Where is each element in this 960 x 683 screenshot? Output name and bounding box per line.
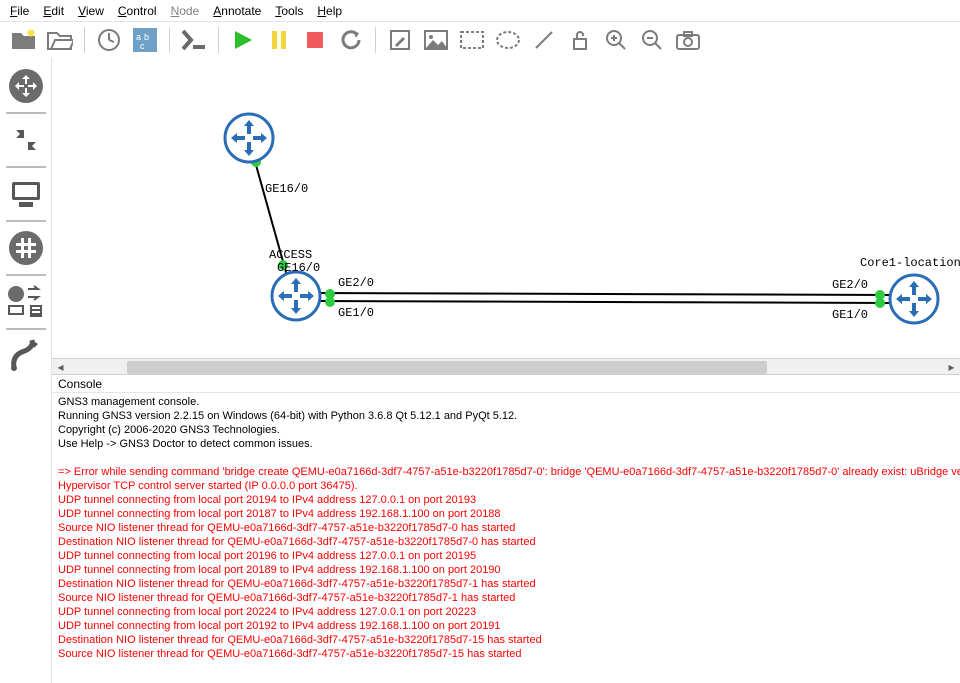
add-note-button[interactable] — [382, 24, 418, 56]
snapshot-button[interactable] — [91, 24, 127, 56]
menu-tools[interactable]: Tools — [269, 2, 309, 20]
iface-label: GE1/0 — [338, 306, 374, 320]
console-error-line: Source NIO listener thread for QEMU-e0a7… — [58, 591, 954, 605]
device-toolbar — [0, 58, 52, 683]
console-error-line: UDP tunnel connecting from local port 20… — [58, 507, 954, 521]
console-error-line: UDP tunnel connecting from local port 20… — [58, 493, 954, 507]
console-line: Copyright (c) 2006-2020 GNS3 Technologie… — [58, 423, 954, 437]
console-error-line: UDP tunnel connecting from local port 20… — [58, 619, 954, 633]
svg-text:c: c — [140, 41, 145, 51]
toolbar-separator — [84, 27, 85, 53]
console-all-button[interactable] — [176, 24, 212, 56]
open-project-button[interactable] — [42, 24, 78, 56]
menu-edit[interactable]: Edit — [37, 2, 70, 20]
scroll-left-button[interactable]: ◂ — [52, 359, 69, 374]
menu-bar: File Edit View Control Node Annotate Too… — [0, 0, 960, 22]
show-labels-button[interactable]: abc — [127, 24, 163, 56]
menu-annotate[interactable]: Annotate — [207, 2, 267, 20]
scroll-thumb[interactable] — [127, 361, 767, 374]
sidebar-separator — [6, 112, 46, 114]
sidebar-separator — [6, 220, 46, 222]
node-label: Core1-locationb — [860, 256, 960, 270]
menu-help[interactable]: Help — [311, 2, 348, 20]
console-error-line: Source NIO listener thread for QEMU-e0a7… — [58, 521, 954, 535]
console-line: Use Help -> GNS3 Doctor to detect common… — [58, 437, 954, 451]
console-error-line: Destination NIO listener thread for QEMU… — [58, 633, 954, 647]
end-devices-category-button[interactable] — [4, 172, 48, 216]
console-output[interactable]: GNS3 management console. Running GNS3 ve… — [52, 393, 960, 683]
console-error-line: UDP tunnel connecting from local port 20… — [58, 605, 954, 619]
add-link-button[interactable] — [4, 334, 48, 378]
console-error-line: Hypervisor TCP control server started (I… — [58, 479, 954, 493]
node-label: ACCESS — [269, 248, 312, 262]
all-devices-category-button[interactable] — [4, 280, 48, 324]
sidebar-separator — [6, 166, 46, 168]
start-all-button[interactable] — [225, 24, 261, 56]
console-error-line: Source NIO listener thread for QEMU-e0a7… — [58, 647, 954, 661]
iface-label: GE2/0 — [338, 276, 374, 290]
console-error-line: UDP tunnel connecting from local port 20… — [58, 549, 954, 563]
console-error-line: Destination NIO listener thread for QEMU… — [58, 535, 954, 549]
draw-rectangle-button[interactable] — [454, 24, 490, 56]
switches-category-button[interactable] — [4, 118, 48, 162]
sidebar-separator — [6, 274, 46, 276]
topology-canvas[interactable]: ACCESS Core1-locationb GE16/0 GE16/0 GE2… — [52, 58, 960, 358]
insert-image-button[interactable] — [418, 24, 454, 56]
horizontal-scrollbar[interactable]: ◂ ▸ — [52, 358, 960, 375]
console-error-line: UDP tunnel connecting from local port 20… — [58, 563, 954, 577]
router-node-access[interactable] — [272, 272, 320, 320]
menu-control[interactable]: Control — [112, 2, 163, 20]
main-toolbar: abc — [0, 22, 960, 58]
reload-all-button[interactable] — [333, 24, 369, 56]
console-error-line: => Error while sending command 'bridge c… — [58, 465, 954, 479]
zoom-in-button[interactable] — [598, 24, 634, 56]
new-project-button[interactable] — [6, 24, 42, 56]
console-panel-title: Console — [52, 375, 960, 393]
console-error-line: Destination NIO listener thread for QEMU… — [58, 577, 954, 591]
iface-label: GE1/0 — [832, 308, 868, 322]
menu-node: Node — [165, 2, 206, 20]
svg-text:b: b — [144, 32, 149, 42]
menu-view[interactable]: View — [72, 2, 110, 20]
console-line — [58, 451, 954, 465]
toolbar-separator — [169, 27, 170, 53]
toolbar-separator — [218, 27, 219, 53]
console-line: GNS3 management console. — [58, 395, 954, 409]
router-node[interactable] — [225, 114, 273, 162]
iface-label: GE16/0 — [265, 182, 308, 196]
iface-label: GE16/0 — [277, 261, 320, 275]
router-node-core1[interactable] — [890, 275, 938, 323]
stop-all-button[interactable] — [297, 24, 333, 56]
toolbar-separator — [375, 27, 376, 53]
scroll-right-button[interactable]: ▸ — [943, 359, 960, 374]
draw-ellipse-button[interactable] — [490, 24, 526, 56]
sidebar-separator — [6, 328, 46, 330]
lock-button[interactable] — [562, 24, 598, 56]
zoom-out-button[interactable] — [634, 24, 670, 56]
routers-category-button[interactable] — [4, 64, 48, 108]
menu-file[interactable]: File — [4, 2, 35, 20]
iface-label: GE2/0 — [832, 278, 868, 292]
console-line: Running GNS3 version 2.2.15 on Windows (… — [58, 409, 954, 423]
screenshot-button[interactable] — [670, 24, 706, 56]
security-devices-category-button[interactable] — [4, 226, 48, 270]
pause-all-button[interactable] — [261, 24, 297, 56]
draw-line-button[interactable] — [526, 24, 562, 56]
